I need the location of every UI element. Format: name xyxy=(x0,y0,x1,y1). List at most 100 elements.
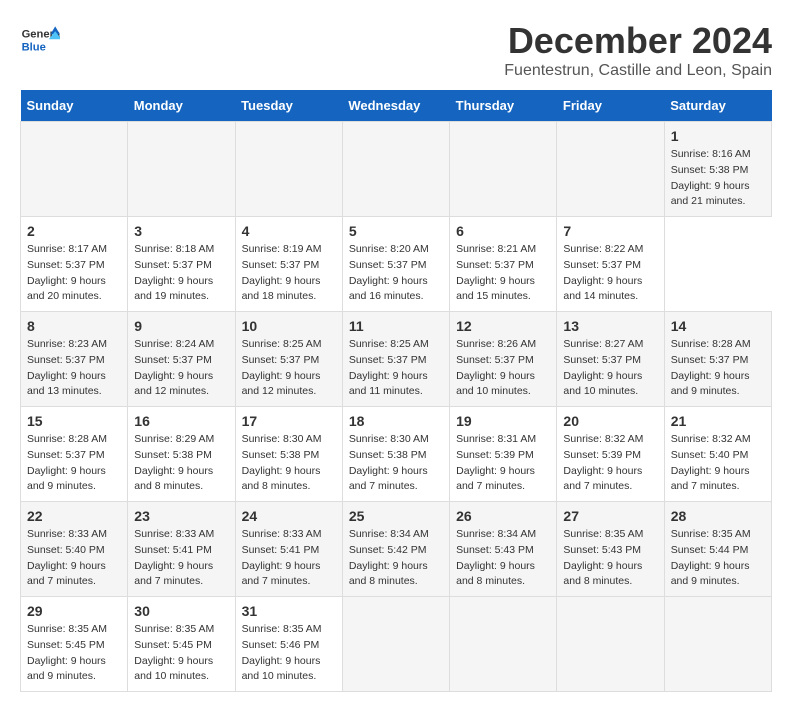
day-info: Sunrise: 8:35 AMSunset: 5:45 PMDaylight:… xyxy=(27,622,121,685)
day-info: Sunrise: 8:30 AMSunset: 5:38 PMDaylight:… xyxy=(242,432,336,495)
day-info: Sunrise: 8:24 AMSunset: 5:37 PMDaylight:… xyxy=(134,337,228,400)
day-number: 2 xyxy=(27,223,121,239)
day-info: Sunrise: 8:29 AMSunset: 5:38 PMDaylight:… xyxy=(134,432,228,495)
day-info: Sunrise: 8:32 AMSunset: 5:39 PMDaylight:… xyxy=(563,432,657,495)
day-info: Sunrise: 8:17 AMSunset: 5:37 PMDaylight:… xyxy=(27,242,121,305)
day-number: 22 xyxy=(27,508,121,524)
day-number: 12 xyxy=(456,318,550,334)
day-cell: 21 Sunrise: 8:32 AMSunset: 5:40 PMDayligh… xyxy=(664,407,771,502)
calendar-header-row: SundayMondayTuesdayWednesdayThursdayFrid… xyxy=(21,90,772,122)
day-number: 14 xyxy=(671,318,765,334)
day-of-week-header: Saturday xyxy=(664,90,771,122)
day-of-week-header: Wednesday xyxy=(342,90,449,122)
day-number: 23 xyxy=(134,508,228,524)
empty-day-cell xyxy=(557,597,664,692)
calendar-week-row: 29 Sunrise: 8:35 AMSunset: 5:45 PMDayligh… xyxy=(21,597,772,692)
day-cell: 3Sunrise: 8:18 AMSunset: 5:37 PMDaylight… xyxy=(128,217,235,312)
day-number: 31 xyxy=(242,603,336,619)
day-number: 19 xyxy=(456,413,550,429)
day-info: Sunrise: 8:31 AMSunset: 5:39 PMDaylight:… xyxy=(456,432,550,495)
day-cell: 29 Sunrise: 8:35 AMSunset: 5:45 PMDayligh… xyxy=(21,597,128,692)
day-info: Sunrise: 8:26 AMSunset: 5:37 PMDaylight:… xyxy=(456,337,550,400)
day-info: Sunrise: 8:34 AMSunset: 5:42 PMDaylight:… xyxy=(349,527,443,590)
day-cell: 26Sunrise: 8:34 AMSunset: 5:43 PMDayligh… xyxy=(450,502,557,597)
day-cell: 5Sunrise: 8:20 AMSunset: 5:37 PMDaylight… xyxy=(342,217,449,312)
day-number: 9 xyxy=(134,318,228,334)
day-info: Sunrise: 8:16 AMSunset: 5:38 PMDaylight:… xyxy=(671,147,765,210)
day-number: 21 xyxy=(671,413,765,429)
empty-day-cell xyxy=(450,597,557,692)
day-number: 18 xyxy=(349,413,443,429)
empty-day-cell xyxy=(342,597,449,692)
day-info: Sunrise: 8:32 AMSunset: 5:40 PMDaylight:… xyxy=(671,432,765,495)
day-number: 25 xyxy=(349,508,443,524)
day-of-week-header: Sunday xyxy=(21,90,128,122)
day-cell: 4Sunrise: 8:19 AMSunset: 5:37 PMDaylight… xyxy=(235,217,342,312)
day-number: 30 xyxy=(134,603,228,619)
calendar-table: SundayMondayTuesdayWednesdayThursdayFrid… xyxy=(20,90,772,692)
day-info: Sunrise: 8:23 AMSunset: 5:37 PMDaylight:… xyxy=(27,337,121,400)
page-subtitle: Fuentestrun, Castille and Leon, Spain xyxy=(504,62,772,80)
day-cell: 1 Sunrise: 8:16 AMSunset: 5:38 PMDaylight… xyxy=(664,122,771,217)
empty-day-cell xyxy=(21,122,128,217)
day-cell: 15 Sunrise: 8:28 AMSunset: 5:37 PMDayligh… xyxy=(21,407,128,502)
day-number: 15 xyxy=(27,413,121,429)
empty-day-cell xyxy=(128,122,235,217)
day-info: Sunrise: 8:25 AMSunset: 5:37 PMDaylight:… xyxy=(242,337,336,400)
day-cell: 16 Sunrise: 8:29 AMSunset: 5:38 PMDayligh… xyxy=(128,407,235,502)
title-area: December 2024 Fuentestrun, Castille and … xyxy=(504,20,772,80)
day-cell: 17 Sunrise: 8:30 AMSunset: 5:38 PMDayligh… xyxy=(235,407,342,502)
day-info: Sunrise: 8:25 AMSunset: 5:37 PMDaylight:… xyxy=(349,337,443,400)
day-cell: 12 Sunrise: 8:26 AMSunset: 5:37 PMDayligh… xyxy=(450,312,557,407)
day-number: 16 xyxy=(134,413,228,429)
day-cell: 2 Sunrise: 8:17 AMSunset: 5:37 PMDaylight… xyxy=(21,217,128,312)
day-info: Sunrise: 8:35 AMSunset: 5:45 PMDaylight:… xyxy=(134,622,228,685)
day-number: 5 xyxy=(349,223,443,239)
svg-text:Blue: Blue xyxy=(22,41,46,53)
day-cell: 8 Sunrise: 8:23 AMSunset: 5:37 PMDaylight… xyxy=(21,312,128,407)
day-cell: 23Sunrise: 8:33 AMSunset: 5:41 PMDayligh… xyxy=(128,502,235,597)
page-header: General Blue December 2024 Fuentestrun, … xyxy=(20,20,772,80)
day-cell: 22 Sunrise: 8:33 AMSunset: 5:40 PMDayligh… xyxy=(21,502,128,597)
logo: General Blue xyxy=(20,20,60,60)
day-cell: 30 Sunrise: 8:35 AMSunset: 5:45 PMDayligh… xyxy=(128,597,235,692)
page-title: December 2024 xyxy=(504,20,772,62)
day-info: Sunrise: 8:28 AMSunset: 5:37 PMDaylight:… xyxy=(27,432,121,495)
day-cell: 27Sunrise: 8:35 AMSunset: 5:43 PMDayligh… xyxy=(557,502,664,597)
day-number: 26 xyxy=(456,508,550,524)
day-number: 29 xyxy=(27,603,121,619)
day-of-week-header: Monday xyxy=(128,90,235,122)
day-cell: 14Sunrise: 8:28 AMSunset: 5:37 PMDayligh… xyxy=(664,312,771,407)
day-cell: 9 Sunrise: 8:24 AMSunset: 5:37 PMDaylight… xyxy=(128,312,235,407)
day-info: Sunrise: 8:33 AMSunset: 5:40 PMDaylight:… xyxy=(27,527,121,590)
day-info: Sunrise: 8:35 AMSunset: 5:46 PMDaylight:… xyxy=(242,622,336,685)
empty-day-cell xyxy=(664,597,771,692)
empty-day-cell xyxy=(450,122,557,217)
day-info: Sunrise: 8:35 AMSunset: 5:44 PMDaylight:… xyxy=(671,527,765,590)
calendar-week-row: 15 Sunrise: 8:28 AMSunset: 5:37 PMDayligh… xyxy=(21,407,772,502)
day-cell: 31 Sunrise: 8:35 AMSunset: 5:46 PMDayligh… xyxy=(235,597,342,692)
day-info: Sunrise: 8:27 AMSunset: 5:37 PMDaylight:… xyxy=(563,337,657,400)
day-of-week-header: Thursday xyxy=(450,90,557,122)
empty-day-cell xyxy=(557,122,664,217)
calendar-week-row: 2 Sunrise: 8:17 AMSunset: 5:37 PMDaylight… xyxy=(21,217,772,312)
day-info: Sunrise: 8:30 AMSunset: 5:38 PMDaylight:… xyxy=(349,432,443,495)
empty-day-cell xyxy=(235,122,342,217)
calendar-week-row: 1 Sunrise: 8:16 AMSunset: 5:38 PMDaylight… xyxy=(21,122,772,217)
day-number: 6 xyxy=(456,223,550,239)
day-info: Sunrise: 8:21 AMSunset: 5:37 PMDaylight:… xyxy=(456,242,550,305)
day-cell: 10Sunrise: 8:25 AMSunset: 5:37 PMDayligh… xyxy=(235,312,342,407)
day-number: 1 xyxy=(671,128,765,144)
day-cell: 13 Sunrise: 8:27 AMSunset: 5:37 PMDayligh… xyxy=(557,312,664,407)
day-info: Sunrise: 8:33 AMSunset: 5:41 PMDaylight:… xyxy=(242,527,336,590)
day-cell: 18 Sunrise: 8:30 AMSunset: 5:38 PMDayligh… xyxy=(342,407,449,502)
day-number: 17 xyxy=(242,413,336,429)
day-number: 13 xyxy=(563,318,657,334)
day-cell: 19 Sunrise: 8:31 AMSunset: 5:39 PMDayligh… xyxy=(450,407,557,502)
day-cell: 24Sunrise: 8:33 AMSunset: 5:41 PMDayligh… xyxy=(235,502,342,597)
day-number: 7 xyxy=(563,223,657,239)
day-cell: 20Sunrise: 8:32 AMSunset: 5:39 PMDayligh… xyxy=(557,407,664,502)
logo-icon: General Blue xyxy=(20,20,60,60)
day-number: 8 xyxy=(27,318,121,334)
empty-day-cell xyxy=(342,122,449,217)
